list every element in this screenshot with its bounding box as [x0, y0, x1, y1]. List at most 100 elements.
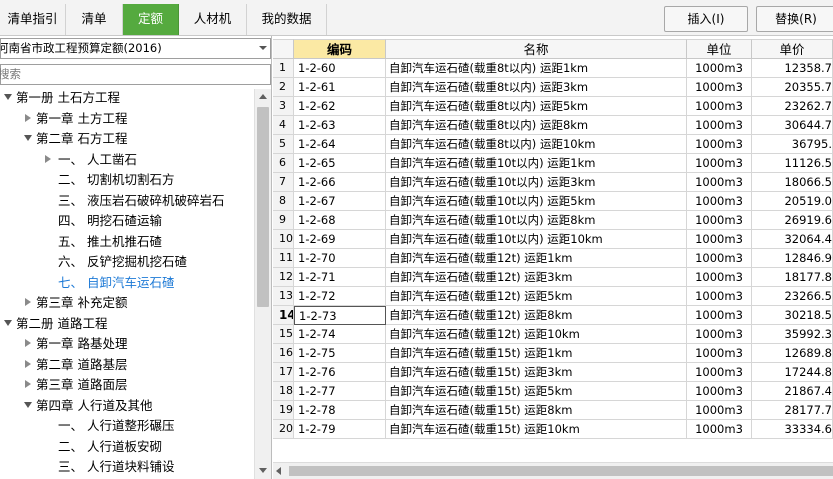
tab-materials[interactable]: 人材机 [179, 4, 247, 35]
table-row[interactable]: 141-2-73自卸汽车运石碴(载重12t) 运距8km1000m330218.… [273, 306, 833, 325]
table-row[interactable]: 8 1-2-67 自卸汽车运石碴(载重10t以内) 运距5km 1000m3 20519… [273, 192, 833, 211]
cell-unit[interactable]: 1000m3 [687, 173, 752, 192]
search-input[interactable]: 搜索 [0, 64, 271, 85]
tree-node[interactable]: 第四章 人行道及其他 [0, 395, 254, 417]
row-index[interactable]: 3 [273, 97, 294, 116]
tree-node[interactable]: 七、 自卸汽车运石碴 [0, 272, 254, 294]
cell-price[interactable]: 12846.9 [752, 249, 833, 268]
cell-name[interactable]: 自卸汽车运石碴(载重15t) 运距1km [386, 344, 687, 363]
cell-name[interactable]: 自卸汽车运石碴(载重10t以内) 运距3km [386, 173, 687, 192]
tree-node[interactable]: 三、 液压岩石破碎机破碎岩石 [0, 190, 254, 212]
cell-code[interactable]: 1-2-61 [294, 78, 386, 97]
cell-code[interactable]: 1-2-64 [294, 135, 386, 154]
cell-unit[interactable]: 1000m3 [687, 287, 752, 306]
row-index[interactable]: 13 [273, 287, 294, 306]
tree-node[interactable]: 第一册 土石方工程 [0, 89, 254, 109]
row-index[interactable]: 1 [273, 59, 294, 78]
cell-price[interactable]: 12689.8 [752, 344, 833, 363]
row-index[interactable]: 20 [273, 420, 294, 439]
cell-unit[interactable]: 1000m3 [687, 382, 752, 401]
tree-node[interactable]: 二、 人行道板安砌 [0, 436, 254, 458]
table-row[interactable]: 17 1-2-76 自卸汽车运石碴(载重15t) 运距3km 1000m3 17244.… [273, 363, 833, 382]
cell-price[interactable]: 17244.8 [752, 363, 833, 382]
tree-node[interactable]: 第三章 补充定额 [0, 292, 254, 314]
scroll-left-arrow-icon[interactable] [276, 467, 281, 475]
tree-node[interactable]: 五、 推土机推石碴 [0, 231, 254, 253]
cell-code[interactable]: 1-2-72 [294, 287, 386, 306]
cell-code[interactable]: 1-2-74 [294, 325, 386, 344]
cell-code[interactable]: 1-2-69 [294, 230, 386, 249]
cell-name[interactable]: 自卸汽车运石碴(载重8t以内) 运距10km [386, 135, 687, 154]
row-index[interactable]: 15 [273, 325, 294, 344]
grid-horizontal-scrollbar[interactable] [273, 462, 833, 479]
cell-code[interactable]: 1-2-68 [294, 211, 386, 230]
cell-unit[interactable]: 1000m3 [687, 116, 752, 135]
table-row[interactable]: 11 1-2-70 自卸汽车运石碴(载重12t) 运距1km 1000m3 12846.… [273, 249, 833, 268]
cell-code[interactable]: 1-2-62 [294, 97, 386, 116]
table-row[interactable]: 18 1-2-77 自卸汽车运石碴(载重15t) 运距5km 1000m3 21867.… [273, 382, 833, 401]
scrollbar-thumb[interactable] [289, 466, 833, 476]
tree-node[interactable]: 第三章 道路面层 [0, 374, 254, 396]
cell-unit[interactable]: 1000m3 [687, 268, 752, 287]
cell-code[interactable]: 1-2-63 [294, 116, 386, 135]
cell-unit[interactable]: 1000m3 [687, 192, 752, 211]
cell-price[interactable]: 23266.5 [752, 287, 833, 306]
cell-price[interactable]: 30218.5 [752, 306, 833, 325]
tab-my-data[interactable]: 我的数据 [247, 4, 327, 35]
tree-node[interactable]: 第二章 石方工程 [0, 128, 254, 150]
cell-price[interactable]: 11126.5 [752, 154, 833, 173]
table-row[interactable]: 3 1-2-62 自卸汽车运石碴(载重8t以内) 运距5km 1000m3 23262.… [273, 97, 833, 116]
cell-name[interactable]: 自卸汽车运石碴(载重12t) 运距5km [386, 287, 687, 306]
expand-arrow-icon[interactable] [4, 94, 12, 100]
cell-name[interactable]: 自卸汽车运石碴(载重12t) 运距8km [386, 306, 687, 325]
tree-node[interactable]: 第二章 道路基层 [0, 354, 254, 376]
cell-code[interactable]: 1-2-76 [294, 363, 386, 382]
chevron-down-icon[interactable] [259, 46, 267, 50]
cell-unit[interactable]: 1000m3 [687, 211, 752, 230]
cell-unit[interactable]: 1000m3 [687, 401, 752, 420]
cell-unit[interactable]: 1000m3 [687, 306, 752, 325]
cell-unit[interactable]: 1000m3 [687, 363, 752, 382]
table-row[interactable]: 2 1-2-61 自卸汽车运石碴(载重8t以内) 运距3km 1000m3 20355.… [273, 78, 833, 97]
header-code[interactable]: 编码 [294, 39, 386, 59]
cell-name[interactable]: 自卸汽车运石碴(载重10t以内) 运距1km [386, 154, 687, 173]
collapse-arrow-icon[interactable] [25, 359, 31, 368]
cell-unit[interactable]: 1000m3 [687, 78, 752, 97]
cell-name[interactable]: 自卸汽车运石碴(载重8t以内) 运距8km [386, 116, 687, 135]
tree-node[interactable]: 三、 人行道块料铺设 [0, 456, 254, 478]
cell-unit[interactable]: 1000m3 [687, 344, 752, 363]
library-select[interactable]: 河南省市政工程预算定额(2016) [0, 38, 271, 59]
header-price[interactable]: 单价 [752, 39, 833, 59]
collapse-arrow-icon[interactable] [25, 298, 31, 306]
table-row[interactable]: 12 1-2-71 自卸汽车运石碴(载重12t) 运距3km 1000m3 18177.… [273, 268, 833, 287]
cell-name[interactable]: 自卸汽车运石碴(载重8t以内) 运距3km [386, 78, 687, 97]
collapse-arrow-icon[interactable] [45, 154, 51, 163]
row-index[interactable]: 7 [273, 173, 294, 192]
tree-node[interactable]: 第一章 土方工程 [0, 108, 254, 130]
expand-arrow-icon[interactable] [24, 401, 32, 408]
tree-node[interactable]: 二、 切割机切割石方 [0, 169, 254, 191]
row-index[interactable]: 9 [273, 211, 294, 230]
cell-code[interactable]: 1-2-65 [294, 154, 386, 173]
tree-vertical-scrollbar[interactable] [254, 89, 271, 479]
cell-unit[interactable]: 1000m3 [687, 97, 752, 116]
collapse-arrow-icon[interactable] [25, 113, 31, 122]
cell-code[interactable]: 1-2-79 [294, 420, 386, 439]
cell-name[interactable]: 自卸汽车运石碴(载重15t) 运距5km [386, 382, 687, 401]
cell-unit[interactable]: 1000m3 [687, 59, 752, 78]
row-index[interactable]: 4 [273, 116, 294, 135]
tree-node[interactable]: 四、 明挖石碴运输 [0, 210, 254, 232]
cell-price[interactable]: 18177.8 [752, 268, 833, 287]
cell-unit[interactable]: 1000m3 [687, 325, 752, 344]
cell-unit[interactable]: 1000m3 [687, 154, 752, 173]
cell-name[interactable]: 自卸汽车运石碴(载重15t) 运距3km [386, 363, 687, 382]
cell-price[interactable]: 12358.7 [752, 59, 833, 78]
scroll-down-arrow-icon[interactable] [255, 463, 271, 479]
table-row[interactable]: 16 1-2-75 自卸汽车运石碴(载重15t) 运距1km 1000m3 12689.… [273, 344, 833, 363]
collapse-arrow-icon[interactable] [25, 339, 31, 347]
table-row[interactable]: 15 1-2-74 自卸汽车运石碴(载重12t) 运距10km 1000m3 35992… [273, 325, 833, 344]
cell-price[interactable]: 30644.7 [752, 116, 833, 135]
row-index[interactable]: 10 [273, 230, 294, 249]
cell-name[interactable]: 自卸汽车运石碴(载重12t) 运距1km [386, 249, 687, 268]
table-row[interactable]: 4 1-2-63 自卸汽车运石碴(载重8t以内) 运距8km 1000m3 30644.… [273, 116, 833, 135]
